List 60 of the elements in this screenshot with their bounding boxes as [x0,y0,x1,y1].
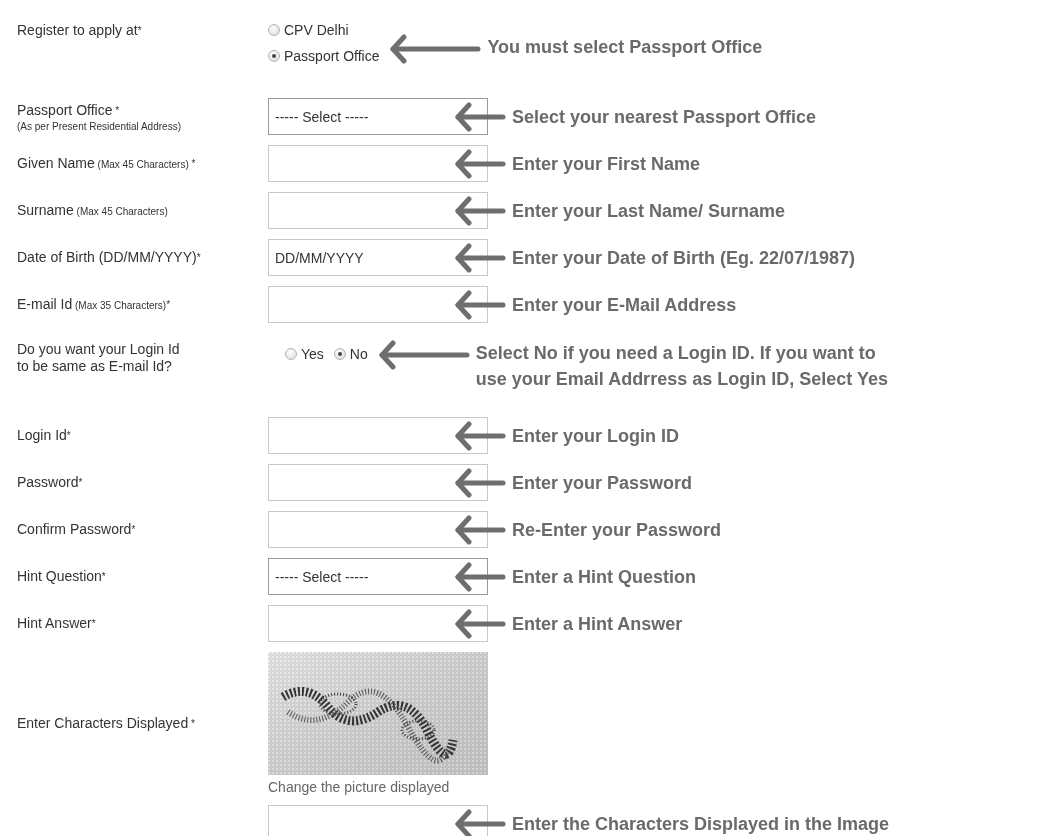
input-field[interactable]: DD/MM/YYYY [268,239,488,276]
field-label: Password* [17,474,84,491]
input-field[interactable] [268,511,488,548]
field-label: Confirm Password* [17,521,137,538]
left-arrow-icon [454,242,506,273]
input-field[interactable] [268,805,488,836]
annotation-text: Select No if you need a Login ID. If you want to use your Email Addrress as Login ID, Select Yes [475,342,888,391]
input-field[interactable] [268,417,488,454]
left-arrow-icon [454,148,506,179]
radio-button[interactable] [285,348,297,360]
annotation-text: Select your nearest Passport Office [512,105,817,129]
input-field[interactable] [268,464,488,501]
annotation-text: Enter your First Name [512,152,701,176]
left-arrow-icon [454,514,506,545]
radio-option[interactable]: No [333,346,368,362]
field-label: Register to apply at* [17,22,143,39]
left-arrow-icon [377,340,470,370]
field-label: Passport Office * [17,101,121,119]
left-arrow-icon [454,467,506,498]
field-label: Date of Birth (DD/MM/YYYY)* [17,249,202,266]
left-arrow-icon [389,34,482,64]
select-dropdown[interactable]: ----- Select ----- [268,558,488,595]
left-arrow-icon [454,561,506,592]
field-label: Hint Answer* [17,615,97,632]
radio-button[interactable] [333,348,346,360]
radio-option[interactable]: CPV Delhi [268,22,380,38]
radio-option[interactable]: Passport Office [268,48,380,64]
radio-option[interactable]: Yes [285,346,324,362]
radio-button[interactable] [268,50,280,62]
field-hint: (As per Present Residential Address) [17,120,182,132]
annotation-text: Enter your Last Name/ Surname [512,199,786,223]
left-arrow-icon [454,289,506,320]
annotation-text: Enter your E-Mail Address [512,293,737,317]
field-label: Given Name (Max 45 Characters) * [17,154,197,173]
field-label: Login Id* [17,427,72,444]
field-label: Enter Characters Displayed * [17,715,196,732]
annotation-text: Enter your Password [512,471,693,495]
annotation-text: Enter a Hint Answer [512,612,683,636]
change-picture-link[interactable]: Change the picture displayed [268,779,488,795]
field-label: Surname (Max 45 Characters) [17,201,169,220]
left-arrow-icon [454,195,506,226]
field-label: Hint Question* [17,568,107,585]
select-dropdown[interactable]: ----- Select ----- [268,98,488,135]
input-field[interactable] [268,605,488,642]
annotation-text: You must select Passport Office [487,36,763,59]
input-field[interactable] [268,192,488,229]
field-label: Do you want your Login Id to be same as E-mail Id? [17,341,181,375]
radio-button[interactable] [268,24,280,36]
annotation-text: Re-Enter your Password [512,518,722,542]
input-field[interactable] [268,145,488,182]
left-arrow-icon [454,608,506,639]
left-arrow-icon [454,808,506,836]
input-field[interactable] [268,286,488,323]
annotation-text: Enter your Date of Birth (Eg. 22/07/1987) [512,246,856,270]
annotation-text: Enter the Characters Displayed in the Image [512,812,890,836]
left-arrow-icon [454,420,506,451]
annotation-text: Enter your Login ID [512,424,679,448]
left-arrow-icon [454,101,506,132]
field-label: E-mail Id (Max 35 Characters)* [17,295,172,314]
annotation-text: Enter a Hint Question [512,565,697,589]
